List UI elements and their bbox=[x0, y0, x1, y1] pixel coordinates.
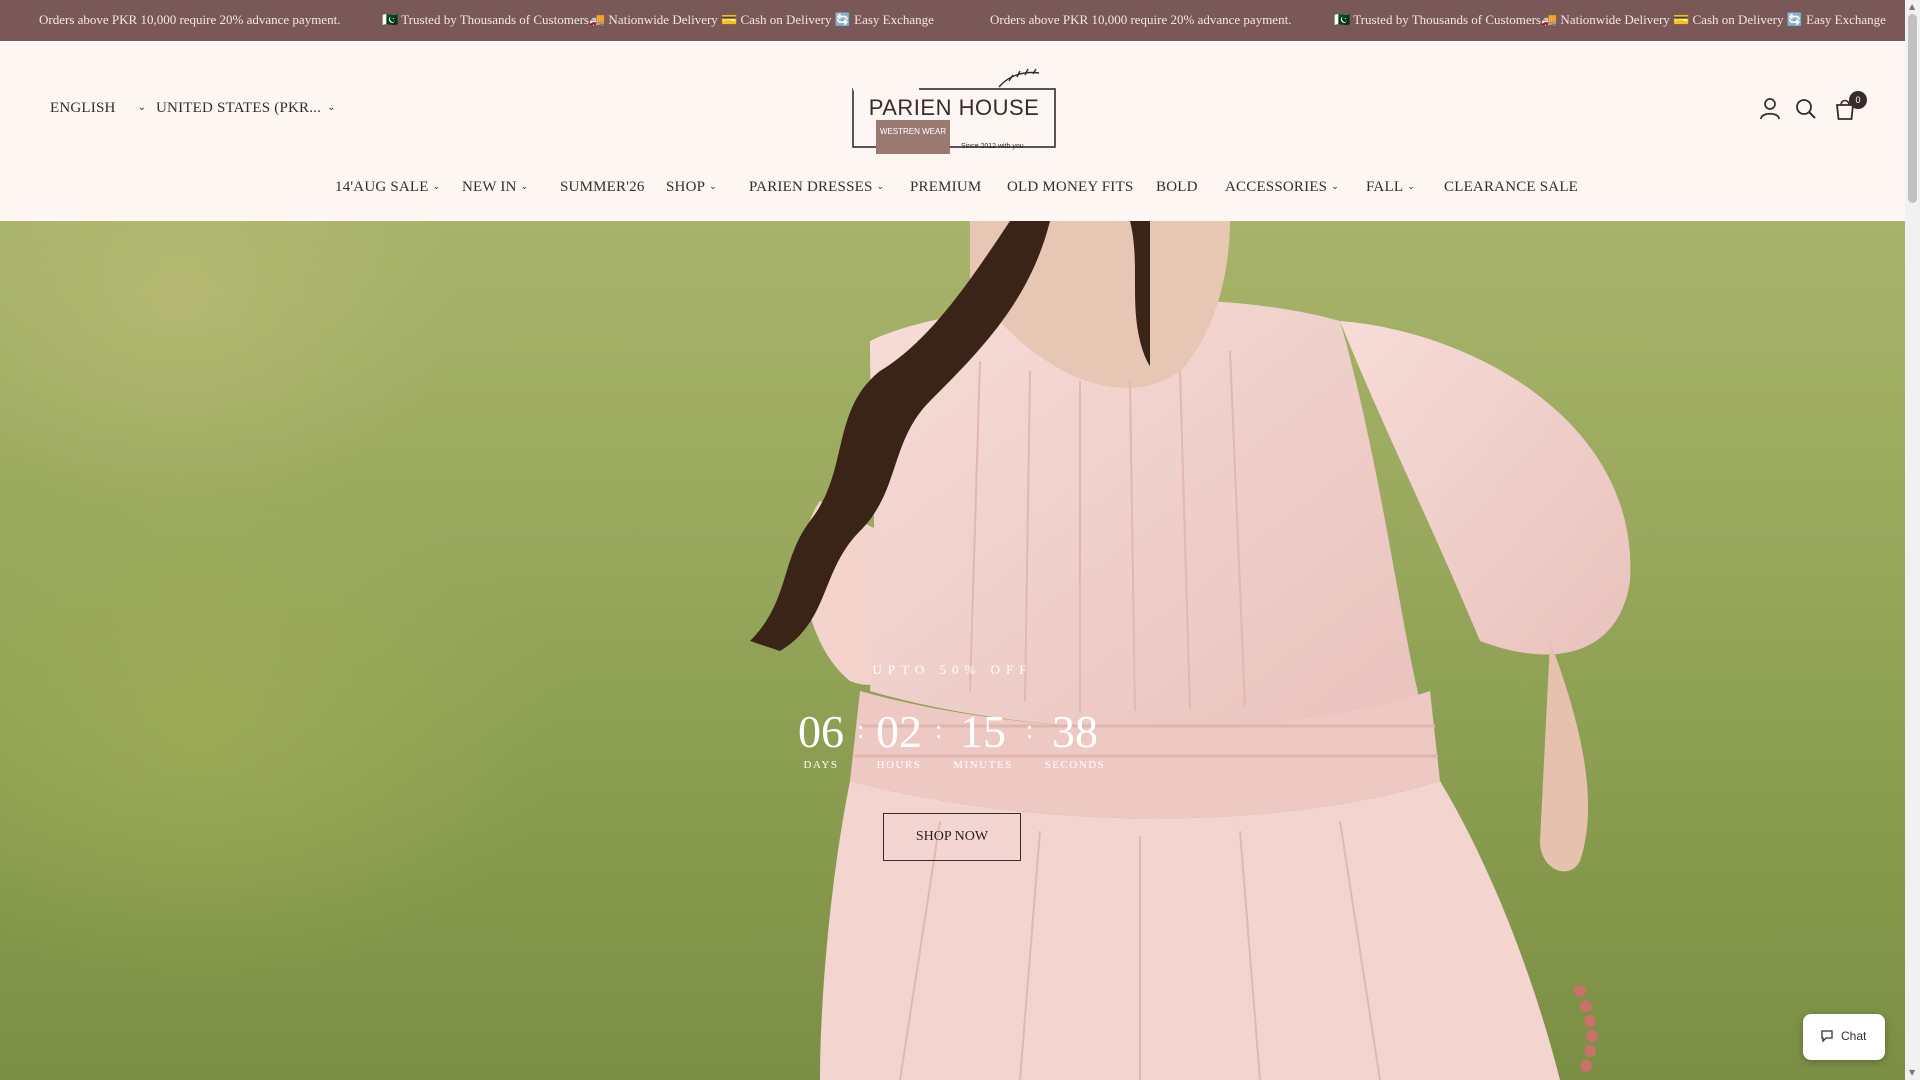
logo-since: Since 2012 with you bbox=[961, 143, 1024, 150]
scrollbar-thumb[interactable] bbox=[1908, 14, 1917, 203]
chevron-down-icon: ⌄ bbox=[1407, 181, 1415, 191]
logo-tagline: WESTREN WEAR bbox=[879, 127, 947, 136]
chat-label: Chat bbox=[1841, 1029, 1867, 1043]
search-icon[interactable] bbox=[1793, 96, 1819, 122]
page-scrollbar[interactable]: ▲ ▼ bbox=[1905, 0, 1920, 1080]
nav-item-summer26[interactable]: SUMMER'26 bbox=[560, 179, 645, 196]
nav-item-14aug-sale[interactable]: 14'AUG SALE ⌄ bbox=[335, 179, 440, 196]
countdown-minutes: 15 MINUTES bbox=[950, 706, 1016, 772]
cart-count-badge: 0 bbox=[1849, 91, 1867, 109]
country-selector[interactable]: UNITED STATES (PKR... ⌄ bbox=[156, 100, 336, 117]
nav-item-old-money-fits[interactable]: OLD MONEY FITS bbox=[1007, 179, 1133, 196]
site-header: ENGLISH ⌄ UNITED STATES (PKR... ⌄ PARIEN H… bbox=[0, 41, 1905, 221]
logo-name: PARIEN HOUSE bbox=[868, 95, 1040, 120]
countdown-separator: : bbox=[935, 715, 943, 744]
announcement-text: Orders above PKR 10,000 require 20% adva… bbox=[39, 12, 341, 27]
countdown-label: DAYS bbox=[803, 759, 839, 771]
chevron-down-icon: ⌄ bbox=[520, 181, 529, 191]
chat-button[interactable]: Chat bbox=[1803, 1014, 1885, 1060]
hero-banner: UPTO 50% OFF 06 DAYS : 02 HOURS : 15 MIN… bbox=[0, 221, 1905, 1080]
countdown-label: MINUTES bbox=[953, 759, 1013, 771]
announcement-text: 🇵🇰 Trusted by Thousands of Customers🚚 Na… bbox=[1334, 12, 1886, 27]
chevron-down-icon: ⌄ bbox=[327, 102, 336, 113]
nav-item-accessories[interactable]: ACCESSORIES ⌄ bbox=[1225, 179, 1339, 196]
nav-item-clearance-sale[interactable]: CLEARANCE SALE bbox=[1444, 179, 1578, 196]
chevron-down-icon: ⌄ bbox=[709, 181, 717, 191]
hero-hair-image bbox=[750, 221, 1150, 651]
chevron-down-icon: ⌄ bbox=[432, 181, 441, 191]
chevron-down-icon: ⌄ bbox=[137, 102, 147, 113]
nav-item-premium[interactable]: PREMIUM bbox=[910, 179, 981, 196]
countdown-value: 15 bbox=[960, 706, 1006, 757]
language-selector[interactable]: ENGLISH ⌄ bbox=[50, 100, 146, 117]
countdown-separator: : bbox=[1026, 715, 1034, 744]
scroll-down-icon[interactable]: ▼ bbox=[1909, 1068, 1915, 1077]
brand-logo[interactable]: PARIEN HOUSE WESTREN WEAR Since 2012 wit… bbox=[849, 65, 1059, 159]
nav-item-new-in[interactable]: NEW IN ⌄ bbox=[462, 179, 528, 196]
announcement-text: Orders above PKR 10,000 require 20% adva… bbox=[990, 12, 1292, 27]
countdown-value: 38 bbox=[1052, 706, 1098, 757]
chevron-down-icon: ⌄ bbox=[876, 181, 885, 191]
announcement-text: 🇵🇰 Trusted by Thousands of Customers🚚 Na… bbox=[382, 12, 934, 27]
announcement-bar: Orders above PKR 10,000 require 20% adva… bbox=[0, 0, 1905, 41]
countdown-hours: 02 HOURS bbox=[873, 706, 925, 772]
nav-item-shop[interactable]: SHOP ⌄ bbox=[666, 179, 717, 196]
countdown-value: 06 bbox=[798, 706, 844, 757]
nav-item-fall[interactable]: FALL ⌄ bbox=[1366, 179, 1415, 196]
countdown-separator: : bbox=[857, 715, 865, 744]
chevron-down-icon: ⌄ bbox=[1331, 181, 1339, 191]
language-label: ENGLISH bbox=[50, 100, 116, 116]
scroll-up-icon[interactable]: ▲ bbox=[1909, 2, 1915, 11]
countdown-seconds: 38 SECONDS bbox=[1042, 706, 1108, 772]
countdown-value: 02 bbox=[876, 706, 922, 757]
shop-now-button[interactable]: SHOP NOW bbox=[883, 813, 1021, 861]
user-icon[interactable] bbox=[1757, 96, 1783, 122]
promo-heading: UPTO 50% OFF bbox=[872, 662, 1033, 677]
countdown-label: HOURS bbox=[876, 759, 922, 771]
nav-item-bold[interactable]: BOLD bbox=[1156, 179, 1198, 196]
countdown-days: 06 DAYS bbox=[795, 706, 847, 772]
country-label: UNITED STATES (PKR... bbox=[156, 100, 322, 116]
nav-item-parien-dresses[interactable]: PARIEN DRESSES ⌄ bbox=[749, 179, 884, 196]
countdown-label: SECONDS bbox=[1044, 759, 1106, 771]
chat-bubble-icon bbox=[1821, 1030, 1833, 1043]
